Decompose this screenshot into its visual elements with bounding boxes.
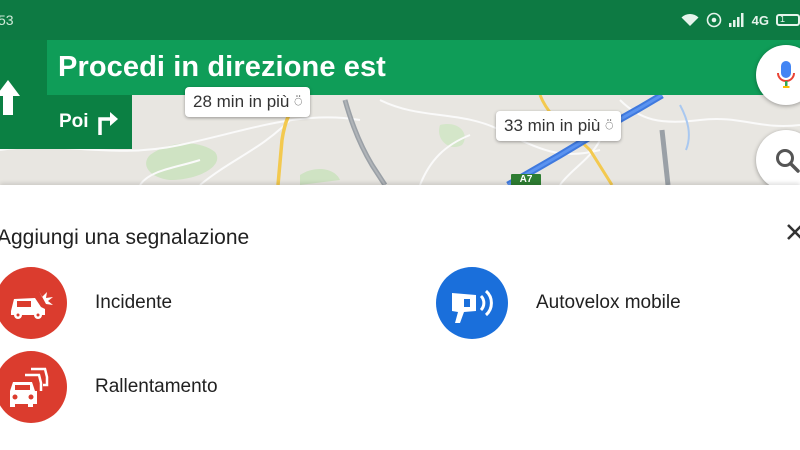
report-crash-button[interactable]: Incidente [0, 267, 172, 339]
report-slowdown-label: Rallentamento [95, 376, 218, 397]
straight-arrow-icon [0, 80, 20, 115]
alt-route-label: 33 min in più [504, 116, 601, 135]
sheet-title: Aggiungi una segnalazione [0, 226, 250, 249]
toll-info-icon: ⍥ [605, 118, 614, 133]
crash-icon [11, 291, 53, 319]
search-icon [776, 149, 800, 173]
close-icon[interactable] [785, 222, 800, 246]
report-speed-camera-circle [436, 267, 508, 339]
report-speed-camera-button[interactable]: Autovelox mobile [436, 267, 681, 339]
microphone-icon [777, 61, 795, 88]
wifi-icon [681, 13, 699, 26]
then-maneuver[interactable]: Poi [47, 95, 132, 149]
status-icons: 4G 1 [681, 10, 800, 30]
signal-icon [728, 13, 744, 27]
report-crash-circle [0, 267, 67, 339]
then-label: Poi [59, 111, 89, 132]
alt-route-chip[interactable]: 33 min in più ⍥ [496, 111, 622, 141]
turn-right-icon [98, 112, 118, 135]
hotspot-icon [706, 12, 721, 28]
report-slowdown-button[interactable]: Rallentamento [0, 351, 218, 423]
toll-info-icon: ⍥ [294, 94, 303, 109]
report-sheet: Aggiungi una segnalazione Incidente Auto… [0, 185, 800, 450]
report-speed-camera-label: Autovelox mobile [536, 292, 681, 313]
report-crash-label: Incidente [95, 292, 173, 313]
maneuver-panel [0, 40, 47, 149]
battery-level: 1 [780, 14, 786, 24]
alt-route-chip[interactable]: 28 min in più ⍥ [185, 87, 311, 117]
network-type: 4G [751, 12, 769, 28]
speed-camera-icon [452, 289, 493, 323]
traffic-slowdown-icon [10, 367, 49, 407]
alt-route-label: 28 min in più [193, 92, 290, 111]
navigation-banner[interactable]: Procedi in direzione est [0, 40, 800, 95]
status-bar: 53 4G 1 [0, 0, 800, 40]
battery-icon: 1 [776, 14, 800, 26]
report-slowdown-circle [0, 351, 67, 423]
nav-instruction: Procedi in direzione est [58, 51, 386, 83]
